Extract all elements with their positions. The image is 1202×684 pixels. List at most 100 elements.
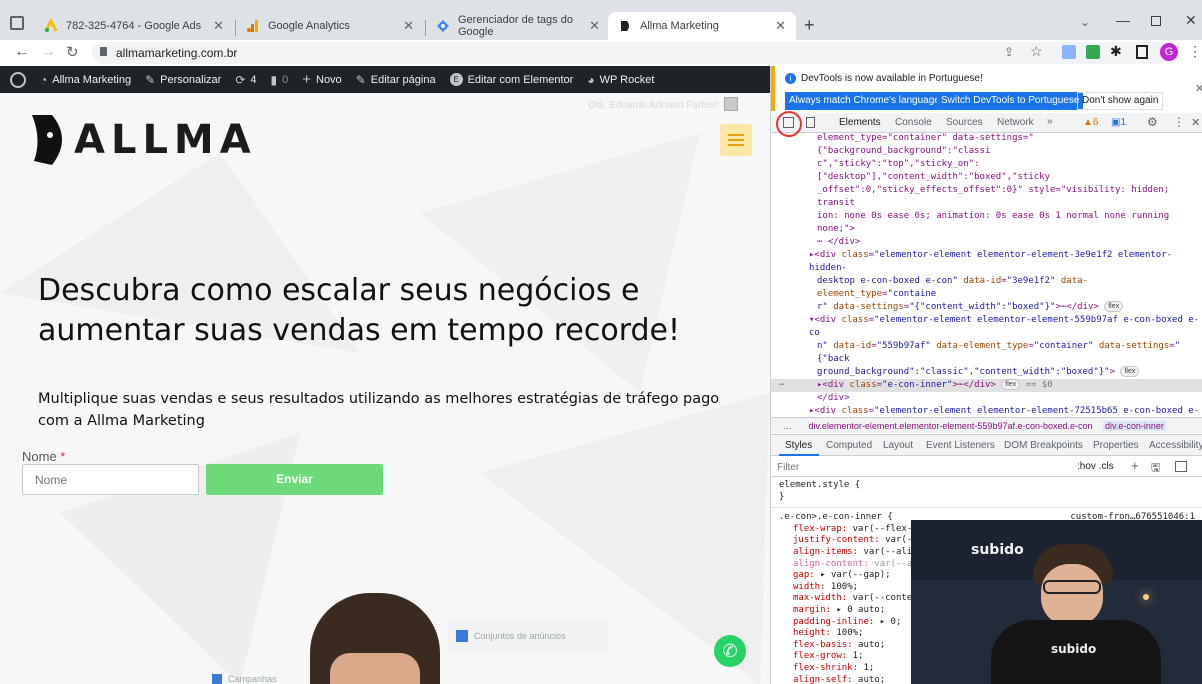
wp-rocket[interactable]: ◕ WP Rocket (587, 73, 654, 87)
required-mark: * (60, 449, 66, 464)
switch-language-button[interactable]: Switch DevTools to Portuguese (937, 92, 1084, 110)
site-logo[interactable]: ALLMA (28, 113, 257, 167)
pencil-icon: ✎ (355, 72, 366, 87)
avatar[interactable]: G (1160, 43, 1178, 61)
person-face (1041, 564, 1103, 626)
breadcrumb-item[interactable]: div.elementor-element.elementor-element-… (809, 421, 1093, 431)
puzzle-icon[interactable]: ✱ (1110, 43, 1122, 60)
close-icon[interactable]: ✕ (775, 18, 786, 34)
new-tab-button[interactable]: + (804, 15, 815, 36)
name-input[interactable] (22, 464, 199, 495)
comment-icon: ▮ (270, 72, 278, 87)
restore-icon[interactable] (1151, 16, 1161, 26)
browser-toolbar: ← → ↻ allmamarketing.com.br ⇪ ☆ ✱ G ⋮ (0, 40, 1202, 66)
tab-label: Gerenciador de tags do Google (458, 14, 573, 38)
extension-icon[interactable] (1086, 45, 1100, 59)
tab-event-listeners[interactable]: Event Listeners (926, 440, 995, 451)
floating-card: Campanhas (212, 671, 332, 684)
forward-icon[interactable]: → (40, 43, 56, 61)
extension-icon[interactable] (1062, 45, 1076, 59)
close-icon[interactable]: ✕ (403, 18, 414, 34)
dismiss-button[interactable]: Don't show again (1077, 92, 1164, 110)
tab-elements[interactable]: Elements (839, 117, 881, 128)
tab-dom-breakpoints[interactable]: DOM Breakpoints (1004, 440, 1083, 451)
wp-new[interactable]: + Novo (302, 71, 341, 88)
headline-line: aumentar suas vendas em tempo recorde! (38, 313, 681, 348)
wp-updates[interactable]: ⟳ 4 (235, 73, 256, 87)
match-language-button[interactable]: Always match Chrome's language (785, 92, 944, 110)
headline-line: Descubra como escalar seus negócios e (38, 273, 640, 308)
tab-sources[interactable]: Sources (946, 117, 983, 128)
device-toolbar-icon[interactable] (806, 117, 815, 128)
paint-icon[interactable]: 🖫 (1151, 459, 1160, 478)
minimize-icon[interactable]: — (1116, 12, 1130, 28)
styles-filter-input[interactable] (777, 459, 1067, 475)
tab-tag-manager[interactable]: Gerenciador de tags do Google ✕ (426, 12, 610, 40)
menu-kebab-icon[interactable]: ⋮ (1173, 115, 1185, 129)
wp-comments[interactable]: ▮ 0 (271, 73, 289, 87)
sidebar-toggle-icon[interactable] (1175, 461, 1187, 472)
chevron-down-icon[interactable]: ⌄ (1080, 15, 1090, 29)
bookmark-star-icon[interactable]: ☆ (1030, 43, 1043, 60)
wp-site-menu[interactable]: ◔ Allma Marketing (40, 73, 131, 87)
close-icon[interactable]: ✕ (213, 18, 224, 34)
allma-icon (618, 19, 632, 33)
back-icon[interactable]: ← (14, 43, 30, 61)
breadcrumb: … div.elementor-element.elementor-elemen… (771, 417, 1202, 433)
wordpress-logo-icon[interactable] (10, 71, 26, 88)
messages-badge[interactable]: ▣1 (1111, 117, 1126, 128)
more-tabs[interactable]: » (1047, 116, 1053, 127)
plus-icon[interactable]: + (1131, 458, 1139, 473)
tab-computed[interactable]: Computed (826, 440, 872, 451)
name-label: Nome * (22, 449, 66, 464)
tab-accessibility[interactable]: Accessibility (1149, 440, 1202, 451)
wp-customize[interactable]: ✎ Personalizar (145, 73, 221, 87)
side-panel-icon[interactable] (1136, 45, 1148, 59)
avatar[interactable] (724, 97, 738, 111)
tab-network[interactable]: Network (997, 117, 1034, 128)
hamburger-menu-button[interactable] (720, 124, 752, 156)
address-bar[interactable]: allmamarketing.com.br ⇪ ☆ (92, 42, 1170, 64)
styles-filter-bar: :hov .cls + 🖫 (771, 457, 1202, 477)
google-analytics-icon (246, 19, 260, 33)
devtools-tabbar: Elements Console Sources Network » ▲6 ▣1… (771, 111, 1202, 137)
info-icon: i (785, 73, 796, 84)
devtools-panel: i DevTools is now available in Portugues… (770, 66, 1202, 684)
plus-icon: + (302, 71, 311, 88)
hov-cls-toggle[interactable]: :hov .cls (1077, 461, 1114, 472)
tab-console[interactable]: Console (895, 117, 932, 128)
share-icon[interactable]: ⇪ (1004, 45, 1014, 59)
selected-node[interactable]: ⋯ ▸<div class="e-con-inner">⋯</div> flex … (771, 379, 1202, 392)
tab-search-icon[interactable] (10, 16, 24, 30)
website-page: Olá, Eduardo Adriano Farberi ALLMA Descu… (0, 93, 770, 684)
window-close-icon[interactable]: ✕ (1185, 12, 1197, 29)
whatsapp-button[interactable]: ✆ (714, 635, 746, 667)
webcam-overlay: subido subido (911, 520, 1202, 684)
url-text: allmamarketing.com.br (116, 46, 238, 60)
breadcrumb-item[interactable]: div.e-con-inner (1103, 421, 1166, 431)
gear-icon[interactable]: ⚙ (1147, 115, 1158, 129)
close-icon[interactable]: ✕ (589, 18, 600, 34)
submit-button[interactable]: Enviar (206, 464, 383, 495)
language-banner: i DevTools is now available in Portugues… (771, 66, 1202, 111)
rocket-icon: ◕ (587, 72, 595, 87)
tab-properties[interactable]: Properties (1093, 440, 1139, 451)
greeting[interactable]: Olá, Eduardo Adriano Farberi (588, 100, 718, 111)
wp-edit-elementor[interactable]: E Editar com Elementor (449, 73, 573, 86)
warnings-badge[interactable]: ▲6 (1083, 117, 1098, 128)
tab-google-analytics[interactable]: Google Analytics ✕ (236, 12, 424, 40)
close-icon[interactable]: ✕ (1191, 116, 1200, 129)
allma-logo-icon (32, 115, 62, 165)
hero-photo-face (330, 653, 420, 684)
wordpress-admin-bar: ◔ Allma Marketing ✎ Personalizar ⟳ 4 ▮ 0 + No… (0, 66, 770, 93)
dashboard-icon: ◔ (40, 72, 48, 87)
elements-tree[interactable]: element_type="container" data-settings="… (771, 132, 1202, 419)
tab-layout[interactable]: Layout (883, 440, 913, 451)
tab-styles[interactable]: Styles (785, 440, 812, 451)
reload-icon[interactable]: ↻ (66, 43, 79, 61)
close-icon[interactable]: ✕ (1195, 82, 1202, 95)
tab-google-ads[interactable]: 782-325-4764 - Google Ads ✕ (34, 12, 234, 40)
wp-edit-page[interactable]: ✎ Editar página (356, 73, 436, 87)
menu-kebab-icon[interactable]: ⋮ (1188, 43, 1202, 60)
tab-allma-marketing[interactable]: Allma Marketing ✕ (608, 12, 796, 40)
